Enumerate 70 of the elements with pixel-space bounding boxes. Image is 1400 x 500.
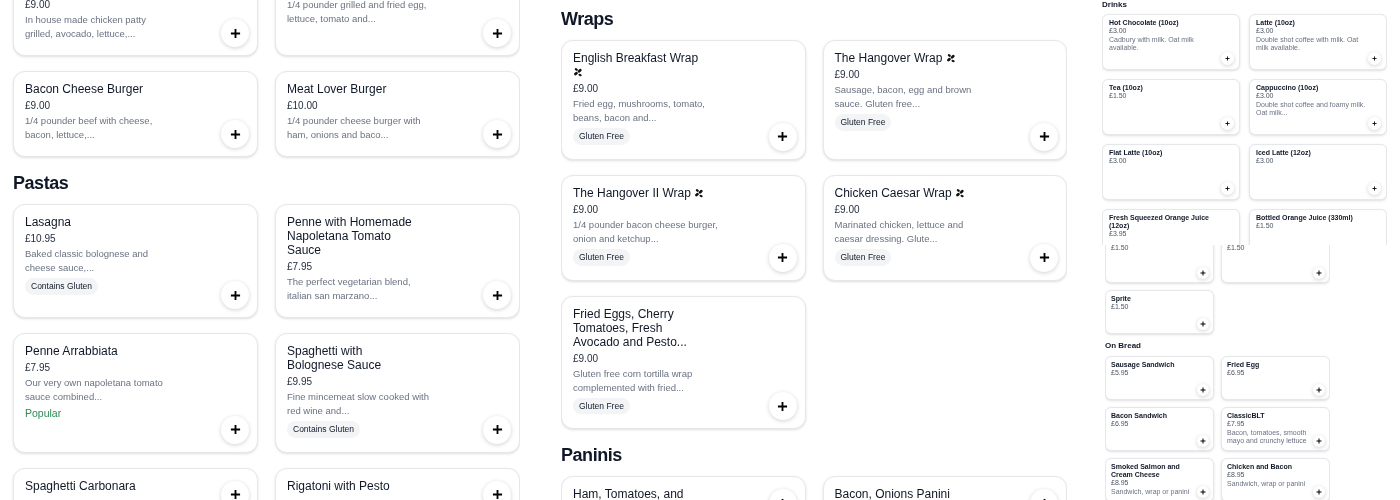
menu-item-card[interactable]: 1/4 pounder grilled and fried egg, lettuce, tomato and... <box>275 0 520 56</box>
menu-item-card[interactable]: English Breakfast Wrap £9.00 Fried egg, mushrooms, tomato, beans, bacon and... Gluten Free <box>561 40 806 160</box>
item-price: £7.95 <box>287 260 313 274</box>
menu-item-card[interactable]: Meat Lover Burger £10.00 1/4 pounder cheese burger with ham, onions and baco... <box>275 71 520 157</box>
item-description: Our very own napoletana tomato sauce combined... <box>25 376 164 404</box>
item-price: £9.00 <box>25 99 51 113</box>
menu-item-card[interactable]: Chicken Caesar Wrap £9.00 Marinated chicken, lettuce and caesar dressing. Glute... Gluten Free <box>822 174 1067 281</box>
item-description: 1/4 pounder grilled and fried egg, lettuce, tomato and... <box>287 0 428 26</box>
dietary-tag: Gluten Free <box>573 128 630 145</box>
dietary-tag: Gluten Free <box>834 114 892 131</box>
item-title: Spaghetti with Bolognese Sauce <box>287 344 383 372</box>
item-title: Lasagna <box>25 215 72 229</box>
menu-item-card[interactable]: Spaghetti with Bolognese Sauce £9.95 Fine mincemeat slow cooked with red wine and... Contains Gluten <box>275 333 520 453</box>
menu-item-card[interactable]: Penne with Homemade Napoletana Tomato Sauce £7.95 The perfect vegetarian blend, italian san marzano... <box>275 204 520 318</box>
item-price: £9.00 <box>573 202 599 217</box>
menu-item-card[interactable]: Spaghetti Carbonara <box>13 467 258 500</box>
item-title: Spaghetti Carbonara <box>25 478 136 493</box>
item-title: Meat Lover Burger <box>287 82 387 96</box>
item-description: The perfect vegetarian blend, italian san marzano... <box>287 275 412 303</box>
section-heading: On Bread <box>1105 341 1142 351</box>
popular-label: Popular <box>25 406 62 421</box>
item-description: 1/4 pounder beef with cheese, bacon, lettuce,... <box>25 114 154 142</box>
item-title: Rigatoni with Pesto <box>287 478 390 493</box>
item-title: Penne with Homemade Napoletana Tomato Sauce <box>287 215 413 257</box>
section-heading: Paninis <box>561 444 623 467</box>
item-title: Bacon Cheese Burger <box>25 82 144 96</box>
item-description: Baked classic bolognese and cheese sauce,... <box>25 247 150 275</box>
section-heading: Wraps <box>561 8 615 30</box>
menu-item-card[interactable]: £9.00 In house made chicken patty grilled, avocado, lettuce,... <box>13 0 258 56</box>
dietary-tag: Contains Gluten <box>287 421 360 438</box>
item-title: The Hangover Wrap <box>834 51 943 65</box>
item-price: £9.00 <box>834 202 860 217</box>
item-description: In house made chicken patty grilled, avocado, lettuce,... <box>25 13 147 41</box>
item-title: Ham, Tomatoes, and <box>573 487 684 500</box>
item-description: Gluten free corn tortilla wrap complemented with fried... <box>573 366 694 395</box>
item-title: Bacon, Onions Panini <box>834 487 950 500</box>
item-description: Marinated chicken, lettuce and caesar dressing. Glute... <box>834 217 965 246</box>
item-description: 1/4 pounder bacon cheese burger, onion and ketchup... <box>573 217 719 246</box>
item-price: £7.95 <box>25 361 51 375</box>
dietary-tag: Gluten Free <box>834 248 892 266</box>
item-title: The Hangover II Wrap <box>573 185 691 200</box>
menu-item-card[interactable]: The Hangover II Wrap £9.00 1/4 pounder bacon cheese burger, onion and ketchup... Gluten Free <box>561 174 806 281</box>
menu-item-card[interactable]: The Hangover Wrap £9.00 Sausage, bacon, egg and brown sauce. Gluten free... Gluten Free <box>822 40 1067 160</box>
item-title: Chicken Caesar Wrap <box>834 185 952 200</box>
dietary-tag: Contains Gluten <box>25 278 98 295</box>
item-price: £10.00 <box>287 99 318 113</box>
menu-item-card[interactable]: Penne Arrabbiata £7.95 Our very own napoletana tomato sauce combined... Popular <box>13 333 258 453</box>
dietary-tag: Gluten Free <box>573 397 630 415</box>
item-title: English Breakfast Wrap <box>573 51 699 65</box>
item-description: Sausage, bacon, egg and brown sauce. Gluten free... <box>834 83 973 111</box>
item-price: £9.00 <box>573 82 599 96</box>
item-description: 1/4 pounder cheese burger with ham, onions and baco... <box>287 114 422 142</box>
item-description: Fine mincemeat slow cooked with red wine and... <box>287 390 431 418</box>
menu-item-card[interactable]: Fried Eggs, Cherry Tomatoes, Fresh Avocado and Pesto... £9.00 Gluten free corn tortilla wrap complemented with fried... Gluten Free <box>561 295 806 430</box>
item-price: £9.00 <box>25 0 51 12</box>
section-heading: Drinks <box>1102 0 1128 10</box>
item-price: £9.95 <box>287 375 313 389</box>
menu-item-card[interactable]: Bacon, Onions Panini <box>822 476 1067 500</box>
item-title: Penne Arrabbiata <box>25 344 118 358</box>
item-title: Fried Eggs, Cherry Tomatoes, Fresh Avocado and Pesto... <box>573 306 688 349</box>
menu-item-card[interactable]: Bacon Cheese Burger £9.00 1/4 pounder beef with cheese, bacon, lettuce,... <box>13 71 258 157</box>
item-price: £9.00 <box>573 351 599 366</box>
item-description: Fried egg, mushrooms, tomato, beans, bacon and... <box>573 97 706 125</box>
item-price: £10.95 <box>25 232 56 246</box>
menu-item-card[interactable]: Lasagna £10.95 Baked classic bolognese and cheese sauce,... Contains Gluten <box>13 204 258 318</box>
menu-item-card[interactable]: Ham, Tomatoes, and <box>561 476 806 500</box>
menu-item-card[interactable]: Rigatoni with Pesto <box>275 467 520 500</box>
section-heading: Pastas <box>13 172 70 194</box>
item-price: £9.00 <box>834 68 860 82</box>
dietary-tag: Gluten Free <box>573 248 630 266</box>
